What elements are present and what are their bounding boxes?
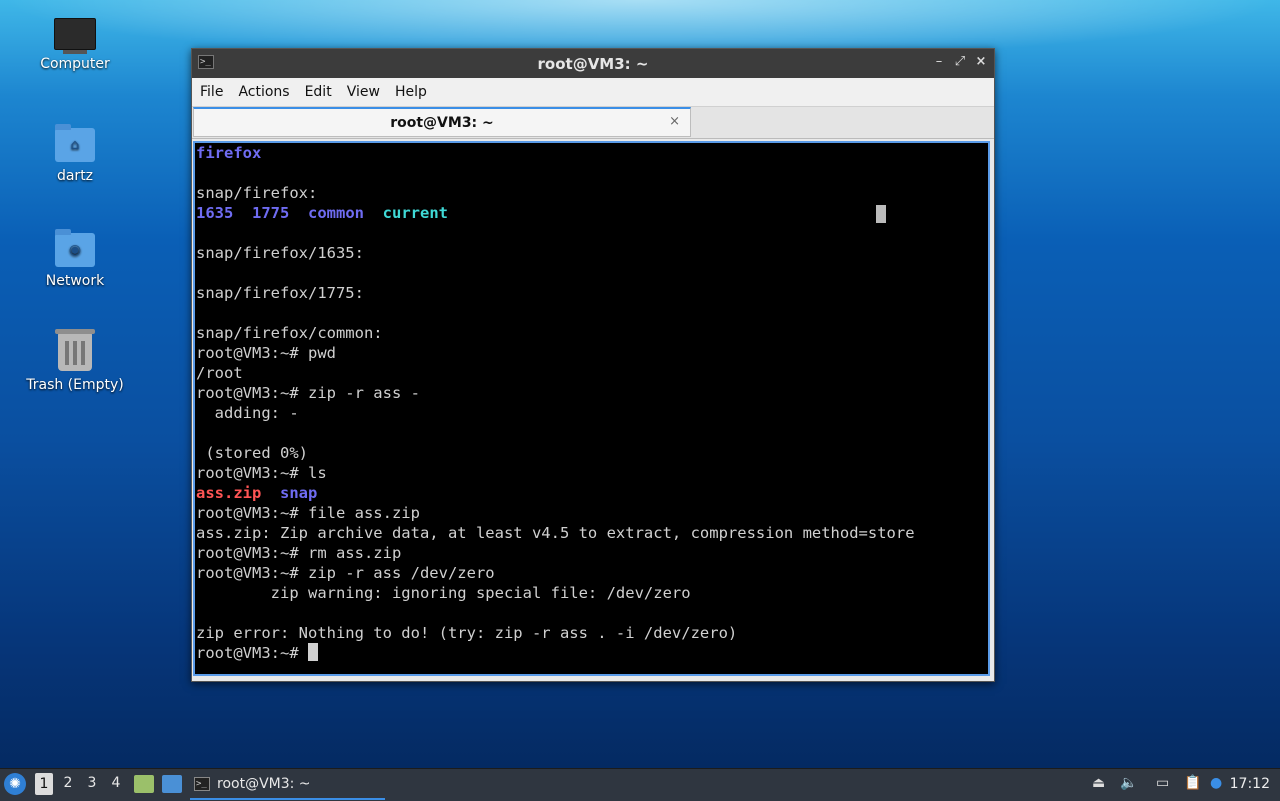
desktop-icon-label: Trash (Empty): [26, 377, 124, 393]
menu-file[interactable]: File: [192, 78, 230, 100]
terminal-line: root@VM3:~# pwd: [196, 344, 336, 362]
network-icon[interactable]: ▭: [1156, 775, 1169, 791]
menu-actions[interactable]: Actions: [230, 78, 296, 100]
home-folder-icon: ⌂: [55, 124, 95, 162]
ls-entry: ass.zip: [196, 484, 262, 502]
workspace-1[interactable]: 1: [35, 773, 53, 795]
desktop-icon-trash[interactable]: Trash (Empty): [20, 329, 130, 393]
window-title: root@VM3: ~: [537, 55, 649, 73]
text-cursor: [307, 643, 318, 661]
trash-icon: [55, 329, 95, 371]
terminal-task-icon: >_: [194, 777, 210, 791]
computer-icon: [54, 18, 96, 54]
ls-entry: common: [308, 204, 364, 222]
clipboard-icon[interactable]: 📋: [1184, 775, 1201, 791]
terminal-line: root@VM3:~# file ass.zip: [196, 504, 420, 522]
terminal-prompt: root@VM3:~#: [196, 644, 308, 662]
workspace-3[interactable]: 3: [83, 775, 101, 791]
maximize-button[interactable]: ⤢: [951, 54, 969, 69]
window-titlebar[interactable]: >_ root@VM3: ~ – ⤢ ×: [192, 49, 994, 78]
volume-icon[interactable]: 🔈: [1120, 775, 1137, 791]
terminal-line: snap/firefox/1775:: [196, 284, 364, 302]
workspace-4[interactable]: 4: [107, 775, 125, 791]
terminal-line: root@VM3:~# rm ass.zip: [196, 544, 402, 562]
menu-help[interactable]: Help: [387, 78, 434, 100]
tab-close-icon[interactable]: ×: [669, 114, 680, 129]
terminal-line: firefox: [196, 144, 262, 162]
network-folder-icon: ◉: [55, 229, 95, 267]
minimize-button[interactable]: –: [930, 54, 948, 69]
start-menu-icon[interactable]: ✺: [4, 773, 26, 795]
terminal-line: root@VM3:~# zip -r ass /dev/zero: [196, 564, 495, 582]
ls-entry: snap: [280, 484, 318, 502]
menu-bar: File Actions Edit View Help: [192, 78, 994, 107]
taskbar-task-terminal[interactable]: >_ root@VM3: ~: [190, 771, 385, 800]
desktop-icon-label: Network: [45, 273, 105, 289]
notification-icon[interactable]: ●: [1210, 775, 1222, 791]
terminal-line: snap/firefox/1635:: [196, 244, 364, 262]
terminal-line: zip warning: ignoring special file: /dev…: [196, 584, 691, 602]
desktop-icon-label: dartz: [56, 168, 94, 184]
terminal-line: /root: [196, 364, 243, 382]
terminal-line: root@VM3:~# zip -r ass -: [196, 384, 420, 402]
menu-view[interactable]: View: [339, 78, 387, 100]
terminal-line: (stored 0%): [196, 444, 308, 462]
tab-bar: root@VM3: ~ ×: [192, 107, 994, 139]
ls-entry: 1635: [196, 204, 234, 222]
desktop-icon-network[interactable]: ◉ Network: [20, 229, 130, 289]
eject-icon[interactable]: ⏏: [1092, 775, 1105, 791]
desktop-icon-computer[interactable]: Computer: [20, 18, 130, 72]
desktop-icon-label: Computer: [40, 56, 110, 72]
ls-entry: current: [382, 204, 448, 222]
terminal-text: firefox snap/firefox: 1635 1775 common c…: [196, 143, 915, 663]
close-button[interactable]: ×: [972, 54, 990, 69]
task-label: root@VM3: ~: [217, 776, 311, 792]
menu-edit[interactable]: Edit: [297, 78, 339, 100]
tab-label: root@VM3: ~: [390, 115, 494, 131]
terminal-line-colored: ass.zip snap: [196, 484, 317, 502]
workspace-2[interactable]: 2: [59, 775, 77, 791]
terminal-line-colored: 1635 1775 common current: [196, 204, 448, 222]
terminal-line: snap/firefox/common:: [196, 324, 383, 342]
desktop-icon-home[interactable]: ⌂ dartz: [20, 124, 130, 184]
ls-entry: 1775: [252, 204, 290, 222]
terminal-window: >_ root@VM3: ~ – ⤢ × File Actions Edit View…: [191, 48, 995, 682]
terminal-line: root@VM3:~# ls: [196, 464, 327, 482]
clock[interactable]: 17:12: [1230, 776, 1270, 792]
file-manager-icon[interactable]: [134, 775, 154, 793]
terminal-line: ass.zip: Zip archive data, at least v4.5…: [196, 524, 915, 542]
terminal-output[interactable]: firefox snap/firefox: 1635 1775 common c…: [193, 141, 990, 676]
terminal-line: snap/firefox:: [196, 184, 318, 202]
terminal-line: adding: -: [196, 404, 299, 422]
terminal-line: zip error: Nothing to do! (try: zip -r a…: [196, 624, 738, 642]
taskbar: ✺ 1 2 3 4 >_ root@VM3: ~ ⏏ 🔈 ▭ 📋 ● 17:12: [0, 768, 1280, 801]
show-desktop-icon[interactable]: [162, 775, 182, 793]
tab-terminal[interactable]: root@VM3: ~ ×: [193, 107, 691, 137]
